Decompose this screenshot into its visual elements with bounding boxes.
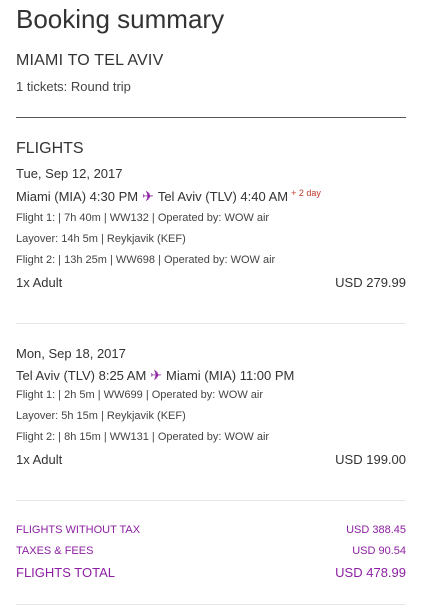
plane-icon: ✈: [142, 188, 154, 204]
leg-origin: Miami (MIA) 4:30 PM: [16, 189, 139, 204]
passenger-count: 1x Adult: [16, 275, 63, 290]
leg-origin: Tel Aviv (TLV) 8:25 AM: [16, 368, 147, 383]
leg-price: USD 279.99: [335, 275, 406, 290]
page-title: Booking summary: [16, 4, 225, 34]
flights-total-label: FLIGHTS TOTAL: [16, 565, 115, 580]
bottom-divider: [16, 604, 406, 605]
flights-heading: FLIGHTS: [16, 140, 84, 157]
leg-price: USD 199.00: [335, 452, 406, 467]
flights-without-tax-value: USD 388.45: [346, 524, 406, 536]
leg-destination: Tel Aviv (TLV) 4:40 AM: [157, 189, 289, 204]
passenger-count: 1x Adult: [16, 452, 63, 467]
leg-route: Tel Aviv (TLV) 8:25 AM ✈ Miami (MIA) 11:…: [16, 367, 294, 384]
layover-detail: Layover: 14h 5m | Reykjavik (KEF): [16, 233, 186, 245]
leg-divider: [16, 323, 406, 324]
flights-total-value: USD 478.99: [335, 565, 406, 580]
layover-detail: Layover: 5h 15m | Reykjavik (KEF): [16, 410, 186, 422]
flight-segment-detail: Flight 2: | 13h 25m | WW698 | Operated b…: [16, 254, 276, 266]
flights-without-tax-label: FLIGHTS WITHOUT TAX: [16, 524, 141, 536]
flight-segment-detail: Flight 1: | 7h 40m | WW132 | Operated by…: [16, 212, 270, 224]
tickets-info: 1 tickets: Round trip: [16, 79, 131, 94]
day-offset-badge: + 2 day: [291, 188, 321, 198]
leg-date: Tue, Sep 12, 2017: [16, 166, 123, 181]
flight-segment-detail: Flight 1: | 2h 5m | WW699 | Operated by:…: [16, 389, 263, 401]
flight-segment-detail: Flight 2: | 8h 15m | WW131 | Operated by…: [16, 431, 270, 443]
leg-destination: Miami (MIA) 11:00 PM: [166, 368, 295, 383]
leg-route: Miami (MIA) 4:30 PM ✈ Tel Aviv (TLV) 4:4…: [16, 188, 321, 205]
plane-icon: ✈: [150, 367, 163, 383]
leg-divider: [16, 500, 406, 501]
trip-route-title: MIAMI TO TEL AVIV: [16, 52, 164, 69]
section-divider: [16, 117, 406, 118]
leg-date: Mon, Sep 18, 2017: [16, 346, 126, 361]
taxes-fees-label: TAXES & FEES: [16, 545, 94, 557]
taxes-fees-value: USD 90.54: [352, 545, 406, 557]
